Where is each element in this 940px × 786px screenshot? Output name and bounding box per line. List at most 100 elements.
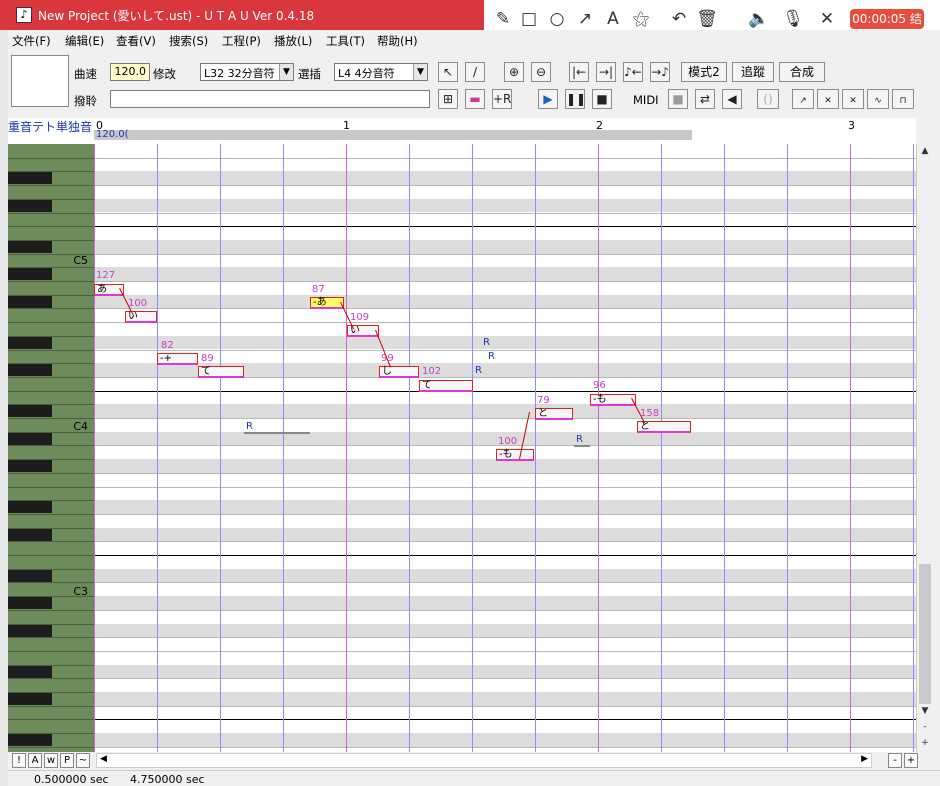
render-button[interactable]: 合成: [779, 62, 825, 82]
scroll-left-icon[interactable]: ◀: [100, 754, 107, 764]
black-key[interactable]: [8, 624, 52, 637]
menu-help[interactable]: 帮助(H): [377, 33, 418, 49]
vibrato-button[interactable]: ∿: [867, 89, 889, 109]
black-key[interactable]: [8, 569, 52, 582]
go-end-button[interactable]: →|: [596, 62, 616, 82]
menu-playback[interactable]: 播放(L): [274, 33, 312, 49]
stop-recording-button[interactable]: 00:00:05 结束: [850, 9, 924, 46]
speaker-icon[interactable]: 🔈: [748, 8, 770, 30]
black-key[interactable]: [8, 364, 52, 377]
midi-mute-button[interactable]: ◀: [722, 89, 742, 109]
ruler[interactable]: 0 1 2 3 120.0(: [94, 118, 916, 144]
midi-sync-button[interactable]: ⇄: [695, 89, 715, 109]
cross2-button[interactable]: ✕: [842, 89, 864, 109]
black-key[interactable]: [8, 199, 52, 212]
play-button[interactable]: ▶: [538, 89, 558, 109]
black-key[interactable]: [8, 172, 52, 185]
rectangle-icon[interactable]: □: [518, 8, 540, 30]
track-thumbnail[interactable]: [11, 55, 69, 107]
tempo-input[interactable]: 120.0: [110, 63, 150, 81]
cross-button[interactable]: ✕: [817, 89, 839, 109]
black-key[interactable]: [8, 734, 52, 747]
bottom-button[interactable]: !: [12, 753, 26, 768]
scroll-thumb[interactable]: [919, 564, 931, 704]
bottom-button[interactable]: w: [44, 753, 58, 768]
quantize-select[interactable]: L32 32分音符 ▼: [200, 63, 294, 81]
horizontal-scrollbar[interactable]: ◀ ▶: [96, 753, 872, 768]
piano-roll[interactable]: 127 あ 100 い 82 -+ 89 て R 87 -あ 109 い 99 …: [94, 144, 916, 752]
menu-project[interactable]: 工程(P): [222, 33, 261, 49]
mode2-button[interactable]: 模式2: [681, 62, 727, 82]
reset-button[interactable]: ⊓: [892, 89, 914, 109]
prev-note-button[interactable]: ♪←: [623, 62, 643, 82]
magic-wand-icon[interactable]: ⚝: [630, 8, 652, 30]
black-key[interactable]: [8, 597, 52, 610]
envelope-button[interactable]: (): [757, 89, 779, 109]
piano-keyboard[interactable]: C5 C4 C3: [8, 144, 94, 752]
note[interactable]: し: [379, 366, 419, 378]
zoom-plus-icon[interactable]: +: [917, 736, 933, 750]
track-title[interactable]: 重音テト単独音: [8, 118, 92, 135]
zoom-out-button[interactable]: ⊖: [531, 62, 551, 82]
note[interactable]: -も: [496, 449, 534, 461]
note-length-select[interactable]: L4 4分音符 ▼: [334, 63, 428, 81]
note[interactable]: と: [535, 408, 573, 420]
zoom-in-button[interactable]: ⊕: [504, 62, 524, 82]
black-key[interactable]: [8, 268, 52, 281]
insert-note-button[interactable]: ⊞: [438, 89, 458, 109]
black-key[interactable]: [8, 240, 52, 253]
pen-icon[interactable]: ✎: [492, 8, 514, 30]
note[interactable]: -+: [157, 353, 198, 365]
rest-note[interactable]: R: [486, 352, 498, 364]
bottom-button[interactable]: ~: [76, 753, 90, 768]
note[interactable]: い: [125, 311, 157, 323]
tempo-track[interactable]: [94, 130, 692, 140]
menu-file[interactable]: 文件(F): [12, 33, 51, 49]
rest-note[interactable]: R: [244, 422, 310, 434]
menu-edit[interactable]: 编辑(E): [65, 33, 104, 49]
midi-record-button[interactable]: ■: [668, 89, 688, 109]
zoom-minus-icon[interactable]: -: [917, 720, 933, 734]
trash-icon[interactable]: 🗑: [696, 8, 718, 30]
black-key[interactable]: [8, 295, 52, 308]
pencil-tool-button[interactable]: /: [465, 62, 485, 82]
note[interactable]: て: [419, 380, 473, 392]
rest-note[interactable]: R: [574, 435, 590, 447]
scroll-up-icon[interactable]: ▲: [917, 144, 933, 158]
scroll-right-icon[interactable]: ▶: [861, 754, 868, 764]
tempo-marker[interactable]: 120.0(: [96, 129, 129, 140]
note-selected[interactable]: -あ: [310, 297, 344, 309]
note[interactable]: -も: [590, 394, 636, 406]
black-key[interactable]: [8, 432, 52, 445]
rest-note[interactable]: R: [481, 338, 493, 350]
track-button[interactable]: 追蹤: [732, 62, 774, 82]
close-icon[interactable]: ✕: [816, 8, 838, 30]
bottom-button[interactable]: A: [28, 753, 42, 768]
stop-button[interactable]: ■: [592, 89, 612, 109]
black-key[interactable]: [8, 405, 52, 418]
menu-view[interactable]: 查看(V): [116, 33, 156, 49]
insert-rest-button[interactable]: +R: [492, 89, 512, 109]
black-key[interactable]: [8, 665, 52, 678]
insert-tail-button[interactable]: ▬: [465, 89, 485, 109]
scroll-down-icon[interactable]: ▼: [917, 704, 933, 718]
circle-icon[interactable]: ○: [546, 8, 568, 30]
black-key[interactable]: [8, 693, 52, 705]
black-key[interactable]: [8, 460, 52, 473]
vertical-scrollbar[interactable]: ▲ ▼ - +: [916, 144, 932, 752]
bottom-button[interactable]: P: [60, 753, 74, 768]
h-zoom-minus-button[interactable]: -: [888, 753, 902, 768]
undo-icon[interactable]: ↶: [668, 8, 690, 30]
arrow-icon[interactable]: ↗: [574, 8, 596, 30]
rest-note[interactable]: R: [473, 366, 485, 378]
menu-tools[interactable]: 工具(T): [326, 33, 365, 49]
next-note-button[interactable]: →♪: [650, 62, 670, 82]
menu-search[interactable]: 搜索(S): [169, 33, 208, 49]
microphone-icon[interactable]: 🎙: [782, 8, 804, 30]
black-key[interactable]: [8, 336, 52, 349]
portamento-button[interactable]: ↗: [792, 89, 814, 109]
go-start-button[interactable]: |←: [569, 62, 589, 82]
text-icon[interactable]: A: [602, 8, 624, 30]
pause-button[interactable]: ❚❚: [565, 89, 586, 109]
select-tool-button[interactable]: ↖: [438, 62, 458, 82]
